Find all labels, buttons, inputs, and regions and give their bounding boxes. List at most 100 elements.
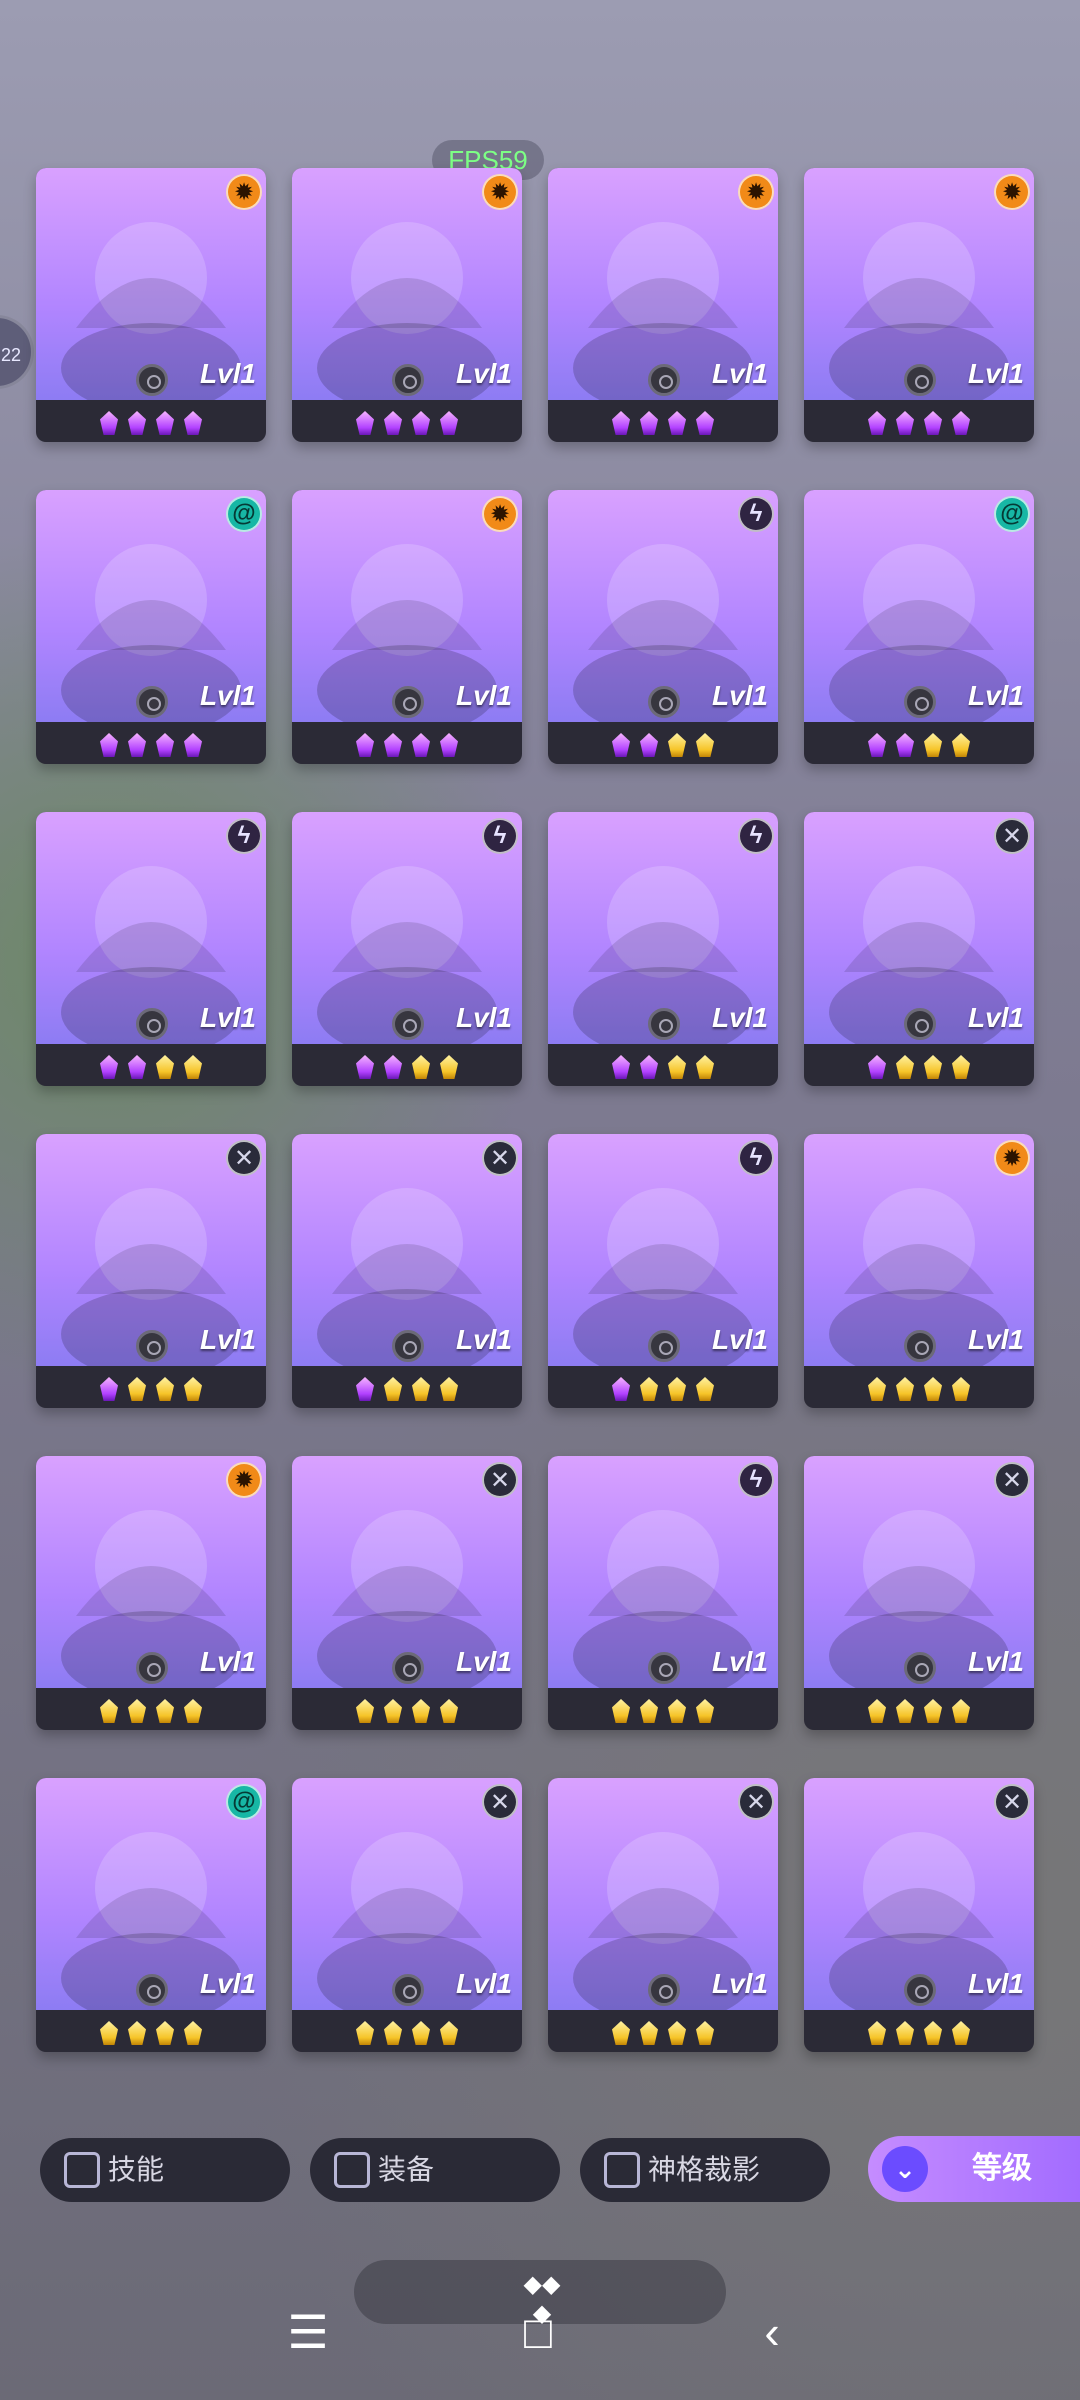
filter-label: 技能 [108, 2154, 165, 2185]
hero-card[interactable]: ϟ Lvl1 [548, 812, 778, 1086]
menu-icon[interactable]: ☰ [278, 2302, 338, 2362]
checkbox[interactable] [604, 2152, 640, 2188]
filter-skill-chip[interactable]: 技能 [40, 2138, 290, 2202]
hero-card[interactable]: ✕ Lvl1 [292, 1778, 522, 2052]
gold-gem-icon [668, 1699, 686, 1723]
checkbox[interactable] [334, 2152, 370, 2188]
checkbox[interactable] [64, 2152, 100, 2188]
hero-level: Lvl1 [199, 680, 256, 711]
hero-card[interactable]: ✕ Lvl1 [804, 1778, 1034, 2052]
hero-card[interactable]: ✹ Lvl1 [36, 168, 266, 442]
gold-gem-icon [440, 1699, 458, 1723]
hero-card[interactable]: ✕ Lvl1 [292, 1456, 522, 1730]
hero-card[interactable]: ✕ Lvl1 [804, 1456, 1034, 1730]
equipment-slot-icon [136, 686, 168, 718]
sun-element-icon: ✹ [482, 496, 518, 532]
side-floating-handle[interactable]: 22 [0, 315, 34, 389]
bolt-element-icon: ϟ [482, 818, 518, 854]
hero-card[interactable]: ✹ Lvl1 [292, 168, 522, 442]
gold-gem-icon [868, 1377, 886, 1401]
hero-card[interactable]: ϟ Lvl1 [36, 812, 266, 1086]
hero-card[interactable]: ✹ Lvl1 [804, 168, 1034, 442]
gold-gem-icon [184, 1377, 202, 1401]
hero-card[interactable]: ✕ Lvl1 [292, 1134, 522, 1408]
purple-gem-icon [612, 411, 630, 435]
gold-gem-icon [668, 1377, 686, 1401]
gold-gem-icon [924, 1377, 942, 1401]
rarity-gems [804, 1052, 1034, 1082]
gold-gem-icon [156, 1699, 174, 1723]
equipment-slot-icon [648, 1330, 680, 1362]
gold-gem-icon [384, 1699, 402, 1723]
equipment-slot-icon [904, 1652, 936, 1684]
rarity-gems [36, 1374, 266, 1404]
home-icon[interactable]: □ [508, 2302, 568, 2362]
spiral-element-icon: @ [994, 496, 1030, 532]
purple-gem-icon [100, 1055, 118, 1079]
hero-level: Lvl1 [199, 358, 256, 389]
equipment-slot-icon [392, 1974, 424, 2006]
gold-gem-icon [156, 1377, 174, 1401]
purple-gem-icon [356, 1055, 374, 1079]
hero-card[interactable]: ✕ Lvl1 [548, 1778, 778, 2052]
level-sort-button[interactable]: ⌄ 等级 [868, 2136, 1080, 2202]
purple-gem-icon [100, 733, 118, 757]
rarity-gems [548, 730, 778, 760]
gold-gem-icon [696, 1377, 714, 1401]
rarity-gems [548, 408, 778, 438]
hero-level: Lvl1 [455, 680, 512, 711]
gold-gem-icon [668, 733, 686, 757]
equipment-slot-icon [392, 1008, 424, 1040]
rarity-gems [804, 408, 1034, 438]
gold-gem-icon [696, 2021, 714, 2045]
rarity-gems [548, 2018, 778, 2048]
gold-gem-icon [640, 1377, 658, 1401]
purple-gem-icon [640, 411, 658, 435]
hero-grid: ✹ Lvl1 ✹ Lvl1 ✹ Lvl1 ✹ Lvl1 @ Lvl1 ✹ Lvl1 [36, 168, 1036, 2058]
purple-gem-icon [100, 1377, 118, 1401]
purple-gem-icon [184, 411, 202, 435]
hero-card[interactable]: ϟ Lvl1 [548, 1134, 778, 1408]
equipment-slot-icon [392, 364, 424, 396]
equipment-slot-icon [136, 1008, 168, 1040]
hero-card[interactable]: @ Lvl1 [36, 490, 266, 764]
hero-card[interactable]: ϟ Lvl1 [548, 1456, 778, 1730]
cross-element-icon: ✕ [482, 1784, 518, 1820]
hero-card[interactable]: ϟ Lvl1 [292, 812, 522, 1086]
hero-card[interactable]: ϟ Lvl1 [548, 490, 778, 764]
hero-card[interactable]: @ Lvl1 [36, 1778, 266, 2052]
hero-card[interactable]: ✹ Lvl1 [36, 1456, 266, 1730]
hero-card[interactable]: ✹ Lvl1 [804, 1134, 1034, 1408]
filter-equipment-chip[interactable]: 装备 [310, 2138, 560, 2202]
rarity-gems [36, 730, 266, 760]
purple-gem-icon [612, 733, 630, 757]
hero-level: Lvl1 [199, 1002, 256, 1033]
filter-divine-chip[interactable]: 神格裁影 [580, 2138, 830, 2202]
rarity-gems [292, 730, 522, 760]
equipment-slot-icon [136, 364, 168, 396]
sun-element-icon: ✹ [994, 1140, 1030, 1176]
rarity-gems [292, 1052, 522, 1082]
hero-level: Lvl1 [711, 358, 768, 389]
purple-gem-icon [128, 733, 146, 757]
bolt-element-icon: ϟ [738, 1462, 774, 1498]
back-icon[interactable]: ‹ [742, 2302, 802, 2362]
hero-card[interactable]: ✹ Lvl1 [548, 168, 778, 442]
rarity-gems [36, 1696, 266, 1726]
purple-gem-icon [412, 411, 430, 435]
hero-card[interactable]: @ Lvl1 [804, 490, 1034, 764]
gold-gem-icon [640, 2021, 658, 2045]
hero-level: Lvl1 [967, 1324, 1024, 1355]
gold-gem-icon [356, 1699, 374, 1723]
purple-gem-icon [868, 1055, 886, 1079]
equipment-slot-icon [904, 686, 936, 718]
cross-element-icon: ✕ [482, 1140, 518, 1176]
hero-card[interactable]: ✕ Lvl1 [804, 812, 1034, 1086]
hero-level: Lvl1 [455, 1646, 512, 1677]
bolt-element-icon: ϟ [738, 818, 774, 854]
gold-gem-icon [100, 2021, 118, 2045]
hero-card[interactable]: ✕ Lvl1 [36, 1134, 266, 1408]
purple-gem-icon [156, 733, 174, 757]
hero-card[interactable]: ✹ Lvl1 [292, 490, 522, 764]
equipment-slot-icon [136, 1330, 168, 1362]
